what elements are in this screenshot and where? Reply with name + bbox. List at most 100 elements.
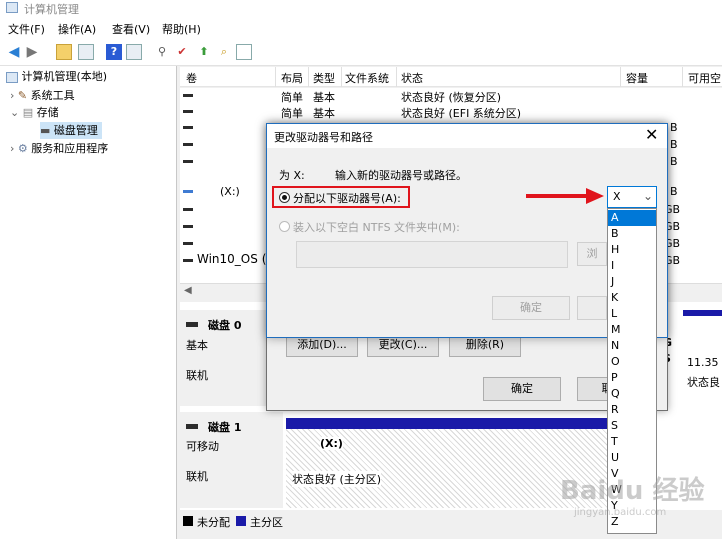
tree-item-label: 磁盘管理 xyxy=(53,124,98,137)
chevron-down-icon: ⌄ xyxy=(10,106,20,119)
tree-item-storage[interactable]: ⌄ ▤ 存储 xyxy=(10,104,59,121)
menu-view[interactable]: 查看(V) xyxy=(112,21,150,37)
disk1-partition-status: 状态良好 (主分区) xyxy=(292,471,382,487)
col-layout[interactable]: 布局 xyxy=(281,70,303,86)
browse-button[interactable]: 浏 xyxy=(577,242,607,266)
tree-root[interactable]: 计算机管理(本地) xyxy=(6,68,107,85)
col-capacity[interactable]: 容量 xyxy=(626,70,648,86)
disk0-partition-right[interactable]: 11.35 状态良 xyxy=(683,310,722,406)
volume-icon xyxy=(183,190,193,193)
drive-letter-option[interactable]: S xyxy=(608,418,656,434)
mount-folder-label[interactable]: 装入以下空白 NTFS 文件夹中(M): xyxy=(293,219,460,235)
disk-icon: ▬ xyxy=(40,124,51,137)
menu-action[interactable]: 操作(A) xyxy=(58,21,96,37)
red-arrow-icon xyxy=(526,188,604,204)
disk0-partition-status: 状态良 xyxy=(687,376,720,389)
drive-letter-option[interactable]: N xyxy=(608,338,656,354)
legend-unallocated-swatch xyxy=(183,516,193,526)
tree-item-label: 系统工具 xyxy=(30,89,75,102)
dialog-instruction: 输入新的驱动器号或路径。 xyxy=(335,169,467,182)
col-type[interactable]: 类型 xyxy=(313,70,335,86)
volume-icon xyxy=(183,208,193,211)
col-volume[interactable]: 卷 xyxy=(186,70,197,86)
console-tree-icon[interactable] xyxy=(78,44,94,60)
search-icon[interactable]: ⌕ xyxy=(216,44,232,60)
drive-letter-option[interactable]: U xyxy=(608,450,656,466)
mount-folder-radio[interactable] xyxy=(279,221,290,232)
drive-letter-option[interactable]: P xyxy=(608,370,656,386)
volume-icon xyxy=(183,126,193,129)
menu-bar: 文件(F) 操作(A) 查看(V) 帮助(H) xyxy=(0,16,722,40)
tree-root-label: 计算机管理(本地) xyxy=(21,70,108,83)
show-pane-icon[interactable] xyxy=(126,44,142,60)
volume-icon xyxy=(183,143,193,146)
volume-icon xyxy=(183,225,193,228)
legend-primary-swatch xyxy=(236,516,246,526)
col-filesystem[interactable]: 文件系统 xyxy=(345,70,389,86)
close-icon[interactable]: ✕ xyxy=(645,125,658,144)
window-title: 计算机管理 xyxy=(24,3,79,16)
disk0-partition-capacity: 11.35 xyxy=(687,356,719,369)
disk1-kind: 可移动 xyxy=(186,440,219,453)
legend-unallocated: 未分配 xyxy=(197,516,230,529)
drive-letter-option[interactable]: Q xyxy=(608,386,656,402)
col-free[interactable]: 可用空 xyxy=(688,70,721,86)
tree-item-services[interactable]: › ⚙ 服务和应用程序 xyxy=(10,140,108,157)
drive-letter-option[interactable]: J xyxy=(608,274,656,290)
tree-item-system-tools[interactable]: › ✎ 系统工具 xyxy=(10,87,75,104)
baidu-watermark: Baidu 经验 jingyan.baidu.com xyxy=(560,470,720,530)
disk-icon xyxy=(186,322,198,327)
menu-file[interactable]: 文件(F) xyxy=(8,21,45,37)
chevron-down-icon: ⌄ xyxy=(643,189,654,203)
navigation-tree: 计算机管理(本地) › ✎ 系统工具 ⌄ ▤ 存储 ▬ 磁盘管理 › ⚙ 服务和… xyxy=(0,66,177,539)
volume-icon xyxy=(183,110,193,113)
volume-icon xyxy=(183,259,193,262)
col-status[interactable]: 状态 xyxy=(401,70,423,86)
up-green-icon[interactable]: ⬆ xyxy=(196,44,212,60)
volume-icon xyxy=(183,94,193,97)
menu-help[interactable]: 帮助(H) xyxy=(162,21,201,37)
cell-volume: (X:) xyxy=(220,185,240,198)
dialog-cancel-button[interactable] xyxy=(577,296,607,320)
drive-letter-option[interactable]: H xyxy=(608,242,656,258)
drive-letter-option[interactable]: R xyxy=(608,402,656,418)
forward-arrow-icon[interactable]: ▶ xyxy=(24,44,40,60)
properties-icon[interactable] xyxy=(236,44,252,60)
dialog-title: 更改驱动器号和路径 xyxy=(274,131,373,144)
drive-letter-option[interactable]: A xyxy=(608,210,656,226)
tree-item-disk-management[interactable]: ▬ 磁盘管理 xyxy=(40,122,102,139)
cell-type: 基本 xyxy=(313,91,335,104)
disk1-name: 磁盘 1 xyxy=(208,421,242,434)
watermark-sub: jingyan.baidu.com xyxy=(574,507,667,518)
dialog-ok-button[interactable]: 确定 xyxy=(492,296,570,320)
drive-letter-option[interactable]: T xyxy=(608,434,656,450)
up-folder-icon[interactable] xyxy=(56,44,72,60)
drive-letter-combobox[interactable]: X ⌄ xyxy=(607,186,657,208)
tools-icon: ✎ xyxy=(17,89,28,102)
drive-letter-option[interactable]: K xyxy=(608,290,656,306)
assign-letter-radio[interactable] xyxy=(279,192,290,203)
disk1-info[interactable]: 磁盘 1 可移动 联机 xyxy=(180,412,283,508)
help-icon[interactable]: ? xyxy=(106,44,122,60)
check-icon[interactable]: ✔ xyxy=(174,44,190,60)
ok-button[interactable]: 确定 xyxy=(483,377,561,401)
drive-letter-option[interactable]: I xyxy=(608,258,656,274)
disk1-partition-label: (X:) xyxy=(320,437,343,450)
assign-letter-label[interactable]: 分配以下驱动器号(A): xyxy=(293,190,401,206)
drive-letter-option[interactable]: B xyxy=(608,226,656,242)
services-icon: ⚙ xyxy=(17,142,28,155)
dialog-titlebar: 更改驱动器号和路径 ✕ xyxy=(267,124,667,148)
connect-icon[interactable]: ⚲ xyxy=(154,44,170,60)
back-arrow-icon[interactable]: ◀ xyxy=(6,44,22,60)
drive-letter-option[interactable]: L xyxy=(608,306,656,322)
toolbar: ◀ ▶ ? ⚲ ✔ ⬆ ⌕ xyxy=(0,40,722,66)
drive-letter-selected: X xyxy=(613,190,621,203)
cell-capacity: B xyxy=(670,155,678,168)
drive-letter-option[interactable]: M xyxy=(608,322,656,338)
scroll-left-icon[interactable]: ◀ xyxy=(184,285,192,296)
chevron-right-icon: › xyxy=(10,142,15,155)
storage-icon: ▤ xyxy=(22,106,34,119)
mount-path-input[interactable] xyxy=(296,241,568,268)
drive-letter-option[interactable]: O xyxy=(608,354,656,370)
cell-capacity: B xyxy=(670,185,678,198)
